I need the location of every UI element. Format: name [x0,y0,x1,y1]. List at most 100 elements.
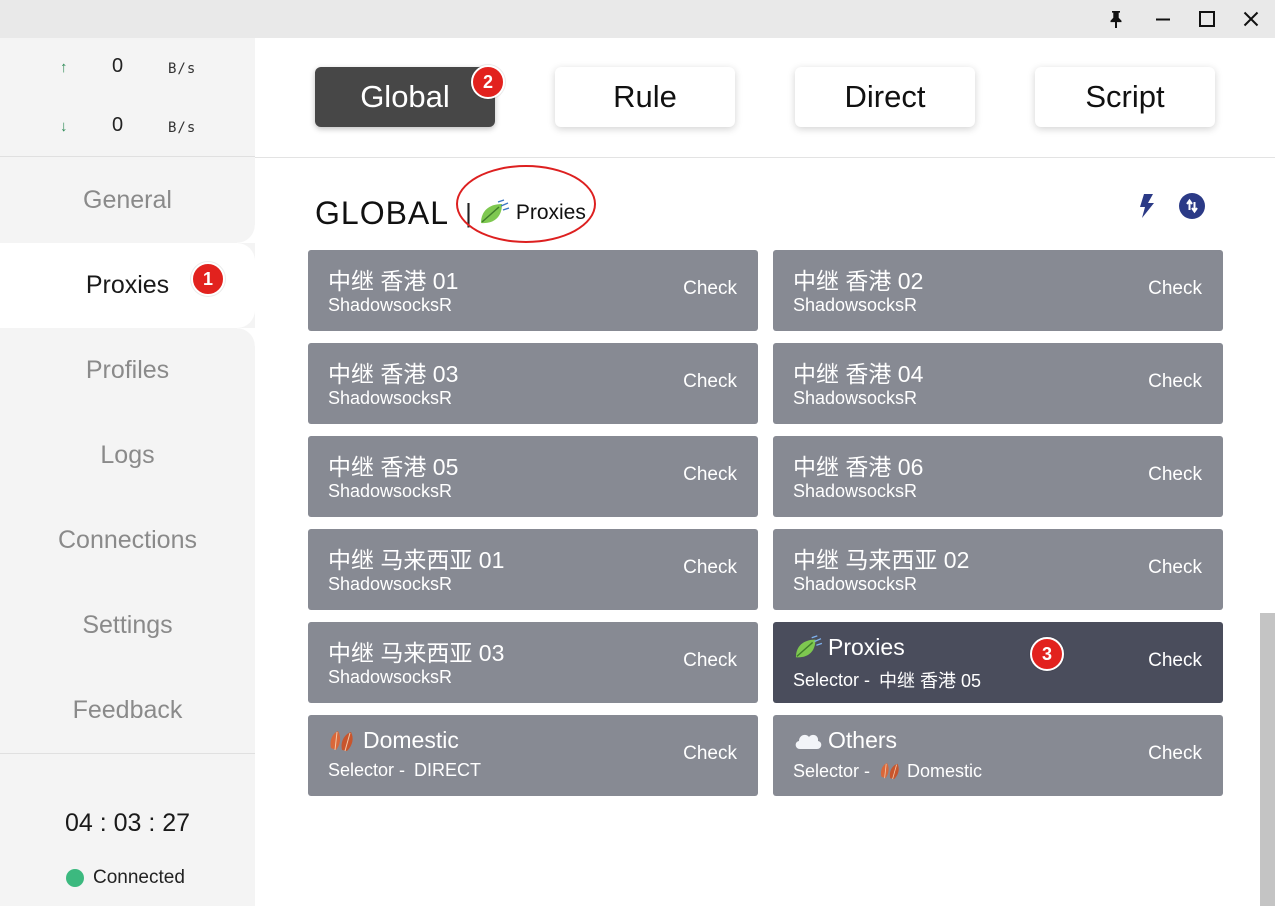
proxy-card[interactable]: 中继 香港 02 ShadowsocksR Check [773,250,1223,331]
proxy-type: Selector - Domestic [793,760,982,782]
group-selected-label: Proxies [515,201,586,224]
check-button[interactable]: Check [1148,464,1202,486]
proxy-name: 中继 马来西亚 03 [328,640,505,666]
proxy-card[interactable]: 中继 香港 05 ShadowsocksR Check [308,436,758,517]
proxy-type: ShadowsocksR [328,295,453,315]
main-panel: Global Rule Direct Script 2 GLOBAL | Pro… [255,38,1275,906]
proxy-name-label: Domestic [363,727,459,753]
proxy-type: ShadowsocksR [328,388,453,408]
proxy-type-value: 中继 香港 05 [879,671,982,691]
check-button[interactable]: Check [683,278,737,300]
proxy-name-label: Proxies [828,634,905,660]
proxy-card[interactable]: 中继 香港 03 ShadowsocksR Check [308,343,758,424]
mode-button-script[interactable]: Script [1035,67,1215,127]
download-unit: B/s [168,120,197,136]
check-button[interactable]: Check [683,650,737,672]
download-arrow-icon: ↓ [60,118,68,135]
check-button[interactable]: Check [1148,557,1202,579]
cloud-icon [795,734,822,749]
upload-unit: B/s [168,61,197,77]
check-button[interactable]: Check [683,743,737,765]
proxy-card[interactable]: 中继 马来西亚 02 ShadowsocksR Check [773,529,1223,610]
proxy-type: ShadowsocksR [793,295,918,315]
group-selected-proxy[interactable]: Proxies [478,199,586,227]
proxy-card[interactable]: Domestic Selector - DIRECT Check [308,715,758,796]
proxy-card-selected[interactable]: Proxies Selector - 中继 香港 05 Check 3 [773,622,1223,703]
proxy-type: ShadowsocksR [793,574,918,594]
proxy-type: ShadowsocksR [328,667,453,687]
proxy-type: ShadowsocksR [793,388,918,408]
proxy-name: 中继 香港 06 [793,454,924,480]
check-button[interactable]: Check [1148,743,1202,765]
download-row: ↓ 0 B/s [0,112,255,142]
annotation-badge-3: 3 [1030,637,1064,671]
proxy-type: ShadowsocksR [328,481,453,501]
connection-status-dot [66,869,84,887]
mode-bar: Global Rule Direct Script 2 [255,38,1275,158]
proxy-card[interactable]: 中继 香港 06 ShadowsocksR Check [773,436,1223,517]
proxy-name: Others [793,727,897,754]
sidebar-item-settings[interactable]: Settings [0,583,255,668]
download-value: 0 [112,114,124,136]
check-button[interactable]: Check [683,557,737,579]
status-panel: 04 : 03 : 27 Connected [0,753,255,906]
proxy-name: Domestic [328,727,459,754]
lightning-icon[interactable] [1133,192,1161,220]
proxy-name: 中继 香港 04 [793,361,924,387]
sync-icon[interactable] [1178,192,1206,220]
traffic-panel: ↑ 0 B/s ↓ 0 B/s [0,38,255,157]
maximize-icon[interactable] [1185,0,1229,38]
check-button[interactable]: Check [1148,650,1202,672]
annotation-badge-1: 1 [191,262,225,296]
group-header: GLOBAL | Proxies [315,188,586,238]
proxy-name: 中继 香港 01 [328,268,459,294]
title-bar [0,0,1275,38]
sidebar-item-connections[interactable]: Connections [0,498,255,583]
proxy-type: Selector - DIRECT [328,760,481,781]
proxy-type: ShadowsocksR [328,574,453,594]
leaf-icon [795,634,823,657]
minimize-icon[interactable] [1141,0,1185,38]
sidebar-item-label: Proxies [85,271,170,299]
proxy-name: Proxies [793,634,905,661]
check-button[interactable]: Check [1148,278,1202,300]
sidebar-item-profiles[interactable]: Profiles [0,328,255,413]
mode-button-direct[interactable]: Direct [795,67,975,127]
group-title: GLOBAL [315,194,450,231]
mode-button-rule[interactable]: Rule [555,67,735,127]
proxy-card[interactable]: Others Selector - Domestic Check [773,715,1223,796]
uptime-timer: 04 : 03 : 27 [64,809,191,837]
upload-value: 0 [112,55,124,77]
leaf-icon [480,199,510,224]
annotation-badge-2: 2 [471,65,505,99]
check-button[interactable]: Check [683,371,737,393]
proxy-name: 中继 香港 05 [328,454,459,480]
sidebar-item-logs[interactable]: Logs [0,413,255,498]
proxy-type: ShadowsocksR [793,481,918,501]
check-button[interactable]: Check [1148,371,1202,393]
sidebar-item-general[interactable]: General [0,158,255,243]
sidebar-item-feedback[interactable]: Feedback [0,668,255,753]
maple-leaves-icon [881,763,899,780]
proxy-card[interactable]: 中继 马来西亚 03 ShadowsocksR Check [308,622,758,703]
sidebar: ↑ 0 B/s ↓ 0 B/s General Proxies Profiles… [0,38,255,906]
scrollbar[interactable] [1260,613,1275,906]
proxy-name: 中继 马来西亚 02 [793,547,970,573]
connection-status: Connected [66,867,185,889]
upload-row: ↑ 0 B/s [0,53,255,83]
proxy-type-prefix: Selector - [793,760,876,781]
mode-button-global[interactable]: Global [315,67,495,127]
pin-icon[interactable] [1094,0,1138,38]
proxy-type-value: Domestic [907,760,983,781]
maple-leaves-icon [330,730,353,751]
proxy-card[interactable]: 中继 马来西亚 01 ShadowsocksR Check [308,529,758,610]
close-icon[interactable] [1229,0,1273,38]
proxy-name-label: Others [828,727,898,753]
proxy-name: 中继 香港 03 [328,361,459,387]
check-button[interactable]: Check [683,464,737,486]
proxy-card[interactable]: 中继 香港 04 ShadowsocksR Check [773,343,1223,424]
proxy-type-value: DIRECT [414,760,482,780]
proxy-card[interactable]: 中继 香港 01 ShadowsocksR Check [308,250,758,331]
proxy-name: 中继 香港 02 [793,268,924,294]
proxy-type-prefix: Selector - [793,669,876,690]
